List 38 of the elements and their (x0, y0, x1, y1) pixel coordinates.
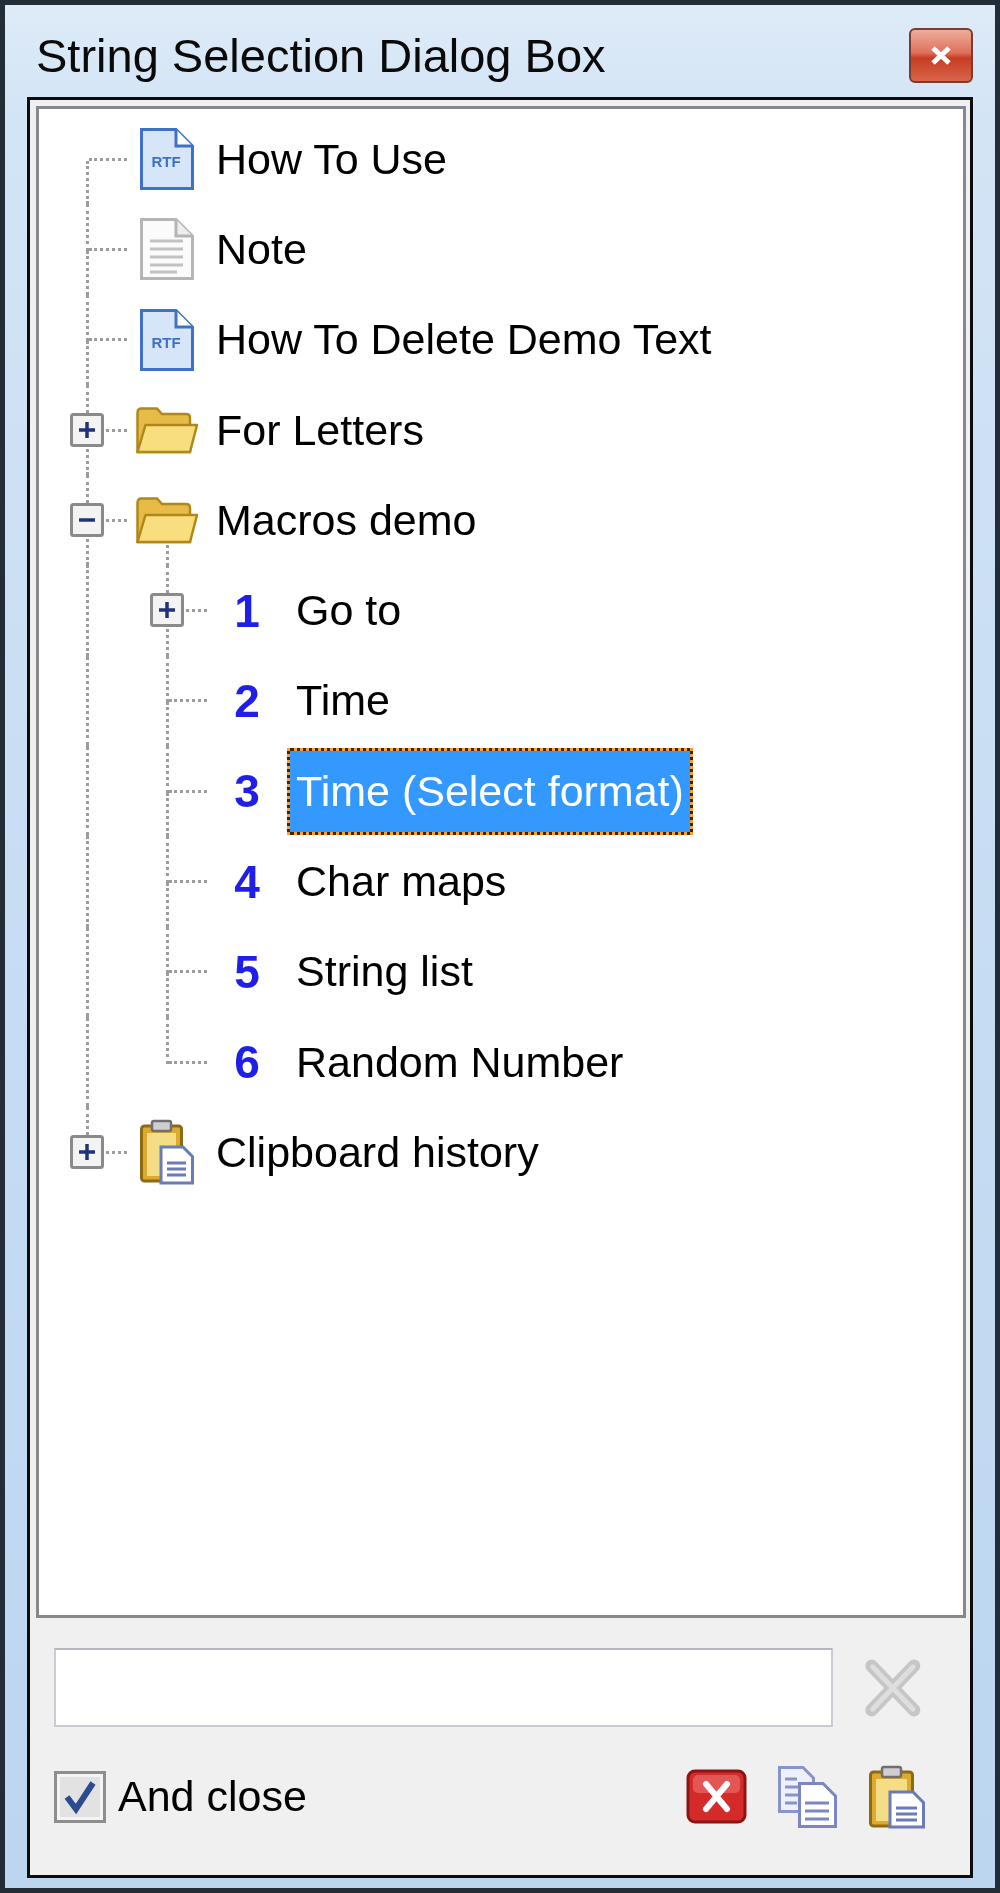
tree-item[interactable]: String list (287, 928, 482, 1016)
filter-field[interactable] (54, 1648, 834, 1727)
tree-item[interactable]: Time (287, 657, 399, 745)
expand-button[interactable] (150, 593, 184, 628)
document-icon (140, 128, 194, 191)
paste-icon[interactable] (868, 1764, 926, 1829)
tree-item[interactable]: Note (207, 205, 316, 293)
document-icon (140, 308, 194, 371)
macro-number: 3 (234, 765, 260, 818)
expand-button[interactable] (70, 412, 104, 447)
tree-item[interactable]: Clipboard history (207, 1108, 548, 1196)
tree-item[interactable]: Random Number (287, 1018, 633, 1106)
clipboard-icon (139, 1119, 195, 1186)
macro-number: 2 (234, 674, 260, 727)
file-type-label: RTF (151, 153, 181, 171)
collapse-button[interactable] (70, 503, 104, 538)
macro-number: 5 (234, 945, 260, 998)
tree-item[interactable]: How To Delete Demo Text (207, 296, 721, 384)
checkbox-label[interactable]: And close (118, 1772, 307, 1821)
macro-number: 4 (234, 855, 260, 908)
delete-icon[interactable] (686, 1769, 747, 1824)
close-button[interactable] (909, 27, 973, 83)
window-title: String Selection Dialog Box (35, 27, 606, 83)
text-document-icon (139, 217, 195, 282)
close-icon (929, 44, 953, 66)
copy-icon[interactable] (777, 1764, 838, 1829)
macro-number: 6 (234, 1036, 260, 1089)
file-type-label: RTF (151, 333, 181, 351)
tree-item[interactable]: Macros demo (207, 476, 486, 564)
tree-item[interactable]: For Letters (207, 386, 433, 474)
tree-item[interactable]: Go to (287, 567, 411, 655)
macro-number: 1 (234, 584, 260, 637)
folder-icon (135, 495, 199, 546)
expand-button[interactable] (70, 1135, 104, 1170)
tree-item[interactable]: Char maps (287, 838, 516, 925)
checkbox[interactable] (54, 1770, 106, 1823)
folder-icon (135, 405, 199, 456)
tree-item[interactable]: How To Use (207, 115, 457, 203)
